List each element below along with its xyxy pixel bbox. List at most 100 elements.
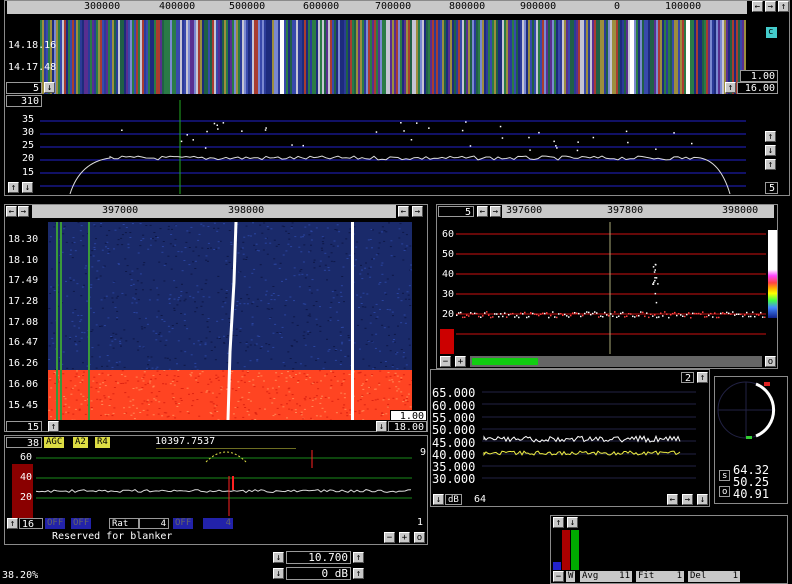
off-button[interactable]: OFF	[45, 518, 66, 529]
side-label: 9	[420, 447, 427, 458]
arrow-up-button[interactable]: ↑	[765, 159, 776, 170]
arrow-right-button[interactable]: →	[490, 206, 501, 217]
r4-button[interactable]: R4	[95, 437, 110, 448]
status-percent: 38.20%	[2, 570, 39, 581]
arrow-left-button[interactable]: ←	[477, 206, 488, 217]
o-label: o	[719, 486, 731, 497]
y-axis-label: 50	[441, 249, 454, 260]
ruler-tick: 397000	[102, 205, 139, 216]
arrow-up-button[interactable]: ↑	[7, 518, 18, 529]
side-label: 1	[417, 517, 424, 528]
arrow-right-button[interactable]: →	[682, 494, 693, 505]
waterfall-timestamp: 17.08	[8, 317, 39, 328]
arrow-left-button[interactable]: ←	[6, 206, 17, 217]
arrow-right-button[interactable]: →	[765, 1, 776, 12]
signal-level-bar	[440, 329, 454, 354]
waterfall-gain-box[interactable]: 1.00	[740, 70, 778, 82]
plus-button[interactable]: +	[399, 532, 410, 543]
db-label: dB	[445, 494, 462, 505]
waterfall-timestamp: 16.47	[8, 337, 39, 348]
arrow-right-button[interactable]: →	[18, 206, 29, 217]
ruler-tick: 300000	[84, 1, 121, 12]
arrow-down-button[interactable]: ↓	[273, 552, 284, 563]
ruler-tick: 398000	[228, 205, 265, 216]
rat-value[interactable]: 4	[139, 518, 169, 529]
color-scale-bar	[768, 230, 777, 318]
y-axis-label: 40	[441, 269, 454, 280]
zoom-frequency-ruler[interactable]: 397000 398000	[32, 205, 396, 218]
arrow-down-button[interactable]: ↓	[273, 568, 284, 579]
rat-label: Rat	[109, 518, 139, 529]
arrow-left-button[interactable]: ←	[667, 494, 678, 505]
arrow-down-button[interactable]: ↓	[433, 494, 444, 505]
waterfall-limit-box[interactable]: 16.00	[737, 82, 778, 94]
gain-value[interactable]: 0 dB	[286, 567, 351, 580]
audio-avg-box[interactable]: 38	[6, 437, 42, 449]
db-value: 64	[474, 494, 487, 505]
arrow-down-button[interactable]: ↓	[567, 517, 578, 528]
bandwidth-value[interactable]: 10.700	[286, 551, 351, 564]
plus-button[interactable]: +	[455, 356, 466, 367]
value-box[interactable]: 4	[203, 518, 233, 529]
ruler-tick: 100000	[665, 1, 702, 12]
y-axis-label: 30	[21, 127, 34, 138]
off-button[interactable]: OFF	[71, 518, 92, 529]
ruler-tick: 700000	[375, 1, 412, 12]
top-frequency-ruler[interactable]: 300000 400000 500000 600000 700000 80000…	[7, 1, 747, 14]
arrow-up-button[interactable]: ↑	[353, 552, 364, 563]
off-button[interactable]: OFF	[173, 518, 194, 529]
a2-button[interactable]: A2	[73, 437, 88, 448]
arrow-up-button[interactable]: ↑	[553, 517, 564, 528]
arrow-left-button[interactable]: ←	[398, 206, 409, 217]
ruler-tick: 600000	[303, 1, 340, 12]
fit-value[interactable]: 1	[660, 571, 684, 582]
spectrum-ref-box[interactable]: 310	[6, 95, 42, 107]
arrow-up-button[interactable]: ↑	[725, 82, 736, 93]
arrow-left-button[interactable]: ←	[752, 1, 763, 12]
waterfall-timestamp: 18.10	[8, 255, 39, 266]
arrow-down-button[interactable]: ↓	[44, 82, 55, 93]
waterfall-timestamp: 18.30	[8, 234, 39, 245]
y-axis-label: 60	[19, 452, 32, 463]
scope-value-o: 40.91	[733, 487, 770, 501]
arrow-up-button[interactable]: ↑	[48, 421, 59, 432]
zoom-avg-box[interactable]: 15	[6, 421, 42, 433]
ruler-tick: 398000	[722, 205, 759, 216]
zoom-limit-box[interactable]: 18.00	[388, 421, 427, 433]
o-button[interactable]: o	[414, 532, 425, 543]
ruler-tick: 400000	[159, 1, 196, 12]
arrow-down-button[interactable]: ↓	[765, 145, 776, 156]
arrow-up-button[interactable]: ↑	[765, 131, 776, 142]
arrow-down-button[interactable]: ↓	[22, 182, 33, 193]
ruler-tick: 800000	[449, 1, 486, 12]
zoom-gain-box[interactable]: 1.00	[390, 410, 427, 422]
avg-label: Avg	[580, 571, 608, 582]
zoom-waterfall[interactable]	[48, 222, 412, 420]
y-axis-label: 35	[21, 114, 34, 125]
arrow-up-button[interactable]: ↑	[778, 1, 789, 12]
top-avg-box[interactable]: 5	[6, 82, 42, 94]
spectrum-frequency-ruler[interactable]: 397600 397800 398000	[502, 205, 774, 218]
avg-value[interactable]: 11	[608, 571, 632, 582]
agc-value-box[interactable]: 16	[19, 518, 43, 530]
del-value[interactable]: 1	[714, 571, 740, 582]
spectrum-step-box[interactable]: 5	[765, 182, 778, 194]
c-button[interactable]: c	[766, 27, 777, 38]
y-axis-label: 15	[21, 167, 34, 178]
arrow-right-button[interactable]: →	[412, 206, 423, 217]
w-button[interactable]: W	[566, 571, 576, 582]
y-axis-label: 65.000	[432, 386, 476, 400]
wide-waterfall[interactable]	[40, 20, 746, 94]
spectrum-avg-box[interactable]: 5	[438, 206, 474, 218]
arrow-down-button[interactable]: ↓	[697, 494, 708, 505]
agc-button[interactable]: AGC	[44, 437, 65, 448]
arrow-up-button[interactable]: ↑	[353, 568, 364, 579]
minus-button[interactable]: −	[384, 532, 395, 543]
arrow-up-button[interactable]: ↑	[697, 372, 708, 383]
arrow-up-button[interactable]: ↑	[8, 182, 19, 193]
o-button[interactable]: o	[765, 356, 776, 367]
minus-button[interactable]: −	[553, 571, 564, 582]
y-axis-label: 20	[21, 153, 34, 164]
arrow-down-button[interactable]: ↓	[376, 421, 387, 432]
minus-button[interactable]: −	[440, 356, 451, 367]
